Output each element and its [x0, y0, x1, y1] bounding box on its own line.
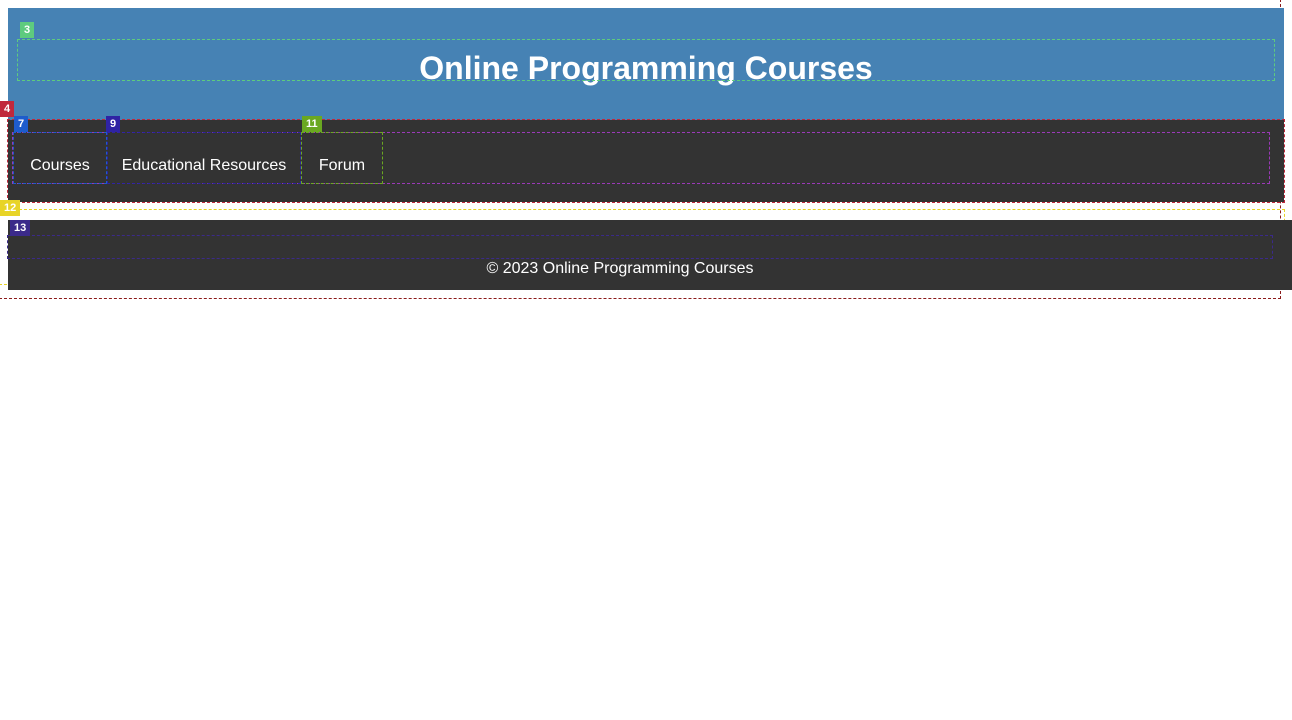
nav-list: 7 9 11 Courses Educational Resources For… [12, 116, 1270, 184]
annotation-badge: 11 [302, 116, 322, 132]
page-title: Online Programming Courses [17, 39, 1275, 86]
annotation-badge: 12 [0, 200, 21, 216]
footer-inner [7, 235, 1273, 259]
annotation-badge: 9 [106, 116, 121, 132]
site-header: 3 Online Programming Courses [8, 8, 1284, 120]
page: 3 Online Programming Courses 4 7 9 11 Co… [0, 8, 1292, 290]
nav-link-courses[interactable]: Courses [13, 132, 107, 184]
nav-link-educational-resources[interactable]: Educational Resources [107, 132, 301, 184]
main-nav: 4 7 9 11 Courses Educational Resources F… [0, 101, 1285, 203]
copyright-text: © 2023 Online Programming Courses [486, 260, 754, 277]
site-footer: 13 © 2023 Online Programming Courses [7, 220, 1292, 290]
footer-container: 12 13 © 2023 Online Programming Courses [0, 200, 1292, 290]
annotation-badge: 7 [14, 116, 29, 132]
annotation-badge: 3 [20, 22, 35, 38]
nav-link-forum[interactable]: Forum [301, 132, 383, 184]
annotation-badge: 4 [0, 101, 15, 117]
annotation-badge: 13 [10, 220, 31, 236]
